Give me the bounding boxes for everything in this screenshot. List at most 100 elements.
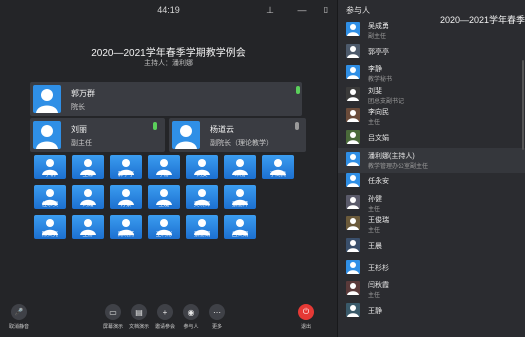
mic-off-button[interactable]: 🎤 取消静音 — [4, 304, 34, 330]
tile-name: 李向民 — [269, 172, 287, 178]
featured-speaker-card[interactable]: 刘丽 副主任 — [30, 118, 165, 152]
avatar — [346, 238, 360, 252]
participant-tile[interactable]: 张丽娟 — [186, 215, 218, 239]
participants-panel: 参与人 吴成勇 副主任 郭亭亭 李静 教学秘书 刘斐 团总支副书记 李向民 主任 吕文娟 潘利娜(主… — [338, 0, 525, 337]
panel-scrollbar[interactable] — [522, 60, 524, 150]
participant-list-item[interactable]: 王静 — [338, 299, 525, 324]
doc-share-icon: ▤ — [131, 304, 147, 320]
tile-name: 李静 — [158, 172, 170, 178]
participant-tile[interactable]: 刘斐 — [186, 155, 218, 179]
mic-on-icon — [153, 122, 157, 130]
participant-tile[interactable]: 王娜 — [72, 155, 104, 179]
participant-name: 吕文娟 — [368, 135, 389, 142]
invite-icon: + — [157, 304, 173, 320]
avatar — [346, 173, 360, 188]
avatar — [346, 22, 360, 36]
participant-tile[interactable]: 周晓燕 — [110, 215, 142, 239]
maximize-icon[interactable]: ▯ — [320, 4, 332, 16]
participant-name: 王杉杉 — [368, 264, 389, 272]
avatar — [172, 121, 200, 149]
participant-tile[interactable]: 刘霞 — [72, 185, 104, 209]
speaker-name: 杨道云 — [210, 125, 234, 134]
speaker-name: 刘丽 — [71, 125, 87, 134]
participant-tile[interactable]: 邓丽 — [224, 155, 256, 179]
tile-name: 张丽娟 — [193, 232, 211, 238]
participant-name: 李向民 — [368, 109, 389, 117]
tile-name: 任永安 — [41, 202, 59, 208]
participant-name: 郭亭亭 — [368, 48, 389, 56]
participant-tile[interactable]: 郭学亭 — [110, 155, 142, 179]
mic-off-icon: 🎤 — [11, 304, 27, 320]
participant-name: 任永安 — [368, 178, 389, 186]
participant-tile[interactable]: 王静 — [72, 215, 104, 239]
tile-name: 方景 — [120, 202, 132, 208]
speaker-name: 郭万群 — [71, 89, 95, 98]
avatar — [346, 151, 360, 166]
participant-name: 王俊瑞 — [368, 217, 389, 225]
participant-tile[interactable]: 李静 — [148, 155, 180, 179]
participant-tile[interactable]: 李帆 — [34, 155, 66, 179]
tile-name: 周晓燕 — [117, 232, 135, 238]
avatar — [346, 302, 360, 317]
featured-speaker-card[interactable]: 杨道云 副院长（理论教学） — [169, 118, 306, 152]
tile-name: 吕文娟 — [231, 232, 249, 238]
participant-tile[interactable]: 王利彬 — [148, 215, 180, 239]
speaker-role: 院长 — [71, 104, 85, 111]
participant-tile[interactable]: 吴晓辉 — [186, 185, 218, 209]
tile-name: 张丽萍 — [231, 202, 249, 208]
avatar — [346, 86, 360, 101]
title-bar: 44:19 ⊥ — ▯ — [0, 0, 337, 22]
tile-name: 李帆 — [44, 172, 56, 178]
participant-name: 王晨 — [368, 243, 382, 250]
more-button[interactable]: ⋯ 更多 — [202, 304, 232, 330]
mic-on-icon — [296, 86, 300, 94]
participant-name: 吴成勇 — [368, 23, 389, 30]
meeting-host: 主持人：潘利娜 — [144, 60, 193, 67]
participant-tile[interactable]: 方景 — [110, 185, 142, 209]
overlay-meeting-title: 2020—2021学年春季学 — [440, 15, 525, 25]
avatar — [346, 281, 360, 296]
speaker-role: 副主任 — [71, 140, 92, 147]
participant-tile[interactable]: 陈文亮 — [34, 215, 66, 239]
tile-name: 王静 — [82, 232, 94, 238]
meeting-toolbar: 🎤 取消静音 ▭ 屏幕演示 ▤ 文档演示 + 邀请参会 ◉ 参与人 ⋯ 更多 ⏻ 退出 — [0, 300, 337, 337]
avatar — [346, 216, 360, 231]
participant-name: 闫秋霞 — [368, 282, 389, 290]
tile-name: 刘斐 — [196, 172, 208, 178]
tile-name: 郭学亭 — [117, 172, 135, 178]
avatar — [346, 65, 360, 80]
participant-tile[interactable]: 任永安 — [34, 185, 66, 209]
participants-icon: ◉ — [183, 304, 199, 320]
participant-name: 王静 — [368, 307, 382, 315]
mic-off-icon — [295, 122, 299, 130]
leave-button[interactable]: ⏻ 退出 — [291, 304, 321, 330]
toolbar-button-label: 退出 — [300, 324, 311, 330]
screen-share-icon: ▭ — [105, 304, 121, 320]
meeting-timer: 44:19 — [157, 5, 180, 15]
tile-name: 王娜 — [82, 172, 94, 178]
meeting-title: 2020—2021学年春季学期教学例会 — [91, 48, 246, 59]
tile-name: 邓丽 — [234, 172, 246, 178]
participant-name: 李静 — [368, 66, 382, 74]
avatar — [33, 85, 61, 113]
participant-tile[interactable]: 吕文娟 — [224, 215, 256, 239]
featured-speaker-card[interactable]: 郭万群 院长 — [30, 82, 302, 116]
participant-tile[interactable]: 王磊 — [148, 185, 180, 209]
tile-name: 王磊 — [158, 202, 170, 208]
participant-tile[interactable]: 李向民 — [262, 155, 294, 179]
avatar — [346, 259, 360, 274]
avatar — [33, 121, 61, 149]
tile-name: 刘霞 — [82, 202, 94, 208]
more-icon: ⋯ — [209, 304, 225, 320]
pin-icon[interactable]: ⊥ — [264, 4, 276, 16]
participant-name: 孙健 — [368, 195, 382, 203]
avatar — [346, 194, 360, 209]
meeting-stage: 44:19 ⊥ — ▯ 2020—2021学年春季学期教学例会 主持人：潘利娜 … — [0, 0, 337, 337]
participant-tile[interactable]: 张丽萍 — [224, 185, 256, 209]
toolbar-button-label: 更多 — [211, 324, 222, 330]
panel-title: 参与人 — [346, 6, 370, 15]
speaker-role: 副院长（理论教学） — [210, 140, 273, 147]
minimize-icon[interactable]: — — [296, 4, 308, 16]
toolbar-button-label: 取消静音 — [8, 324, 29, 330]
tile-name: 吴晓辉 — [193, 202, 211, 208]
